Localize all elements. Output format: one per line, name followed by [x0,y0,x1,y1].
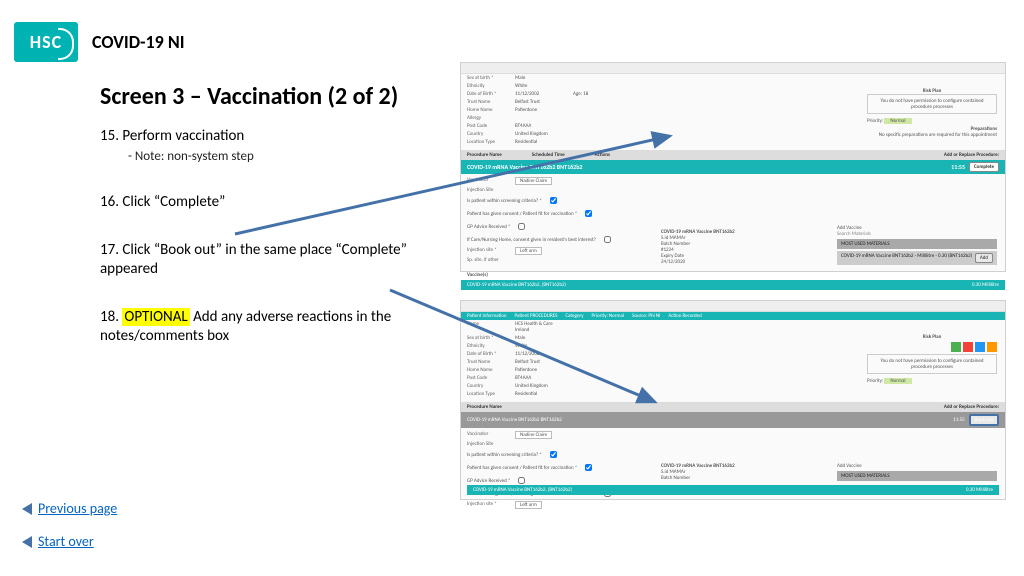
step-18: 18. OPTIONAL Add any adverse reactions i… [100,308,430,347]
optional-badge: OPTIONAL [122,308,189,326]
consent-checkbox[interactable] [585,210,592,217]
step-16: 16. Click “Complete” [100,193,430,213]
complete-button[interactable]: Complete [969,162,999,172]
app-title: COVID-19 NI [92,31,185,53]
care-home-checkbox[interactable] [604,236,611,243]
book-out-button[interactable]: Book out [969,414,999,426]
hsc-logo: HSC [14,22,78,62]
left-arrow-icon [22,536,32,548]
left-arrow-icon [22,503,32,515]
start-over-link[interactable]: Start over [22,533,117,550]
previous-page-link[interactable]: Previous page [22,500,117,517]
step-17: 17. Click “Book out” in the same place “… [100,241,430,280]
screenshot-vaccination-complete: Sex at birth *Male EthnicityWhite Date o… [460,62,1006,272]
gp-advice-checkbox[interactable] [518,223,525,230]
add-material-button[interactable]: Add [975,253,993,263]
screening-checkbox[interactable] [550,197,557,204]
step-15: 15. Perform vaccination - Note: non-syst… [100,127,430,165]
instruction-steps: 15. Perform vaccination - Note: non-syst… [100,127,430,347]
screenshot-vaccination-bookout: Patient InformationPatient PROCEDURESCat… [460,300,1006,500]
